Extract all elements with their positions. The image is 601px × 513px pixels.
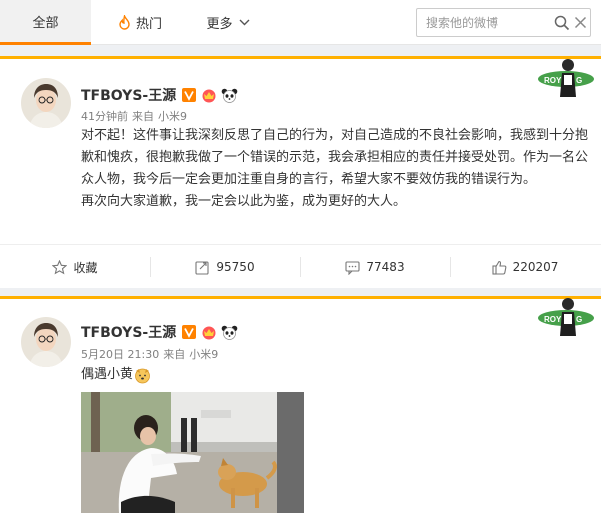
panda-badge-icon	[221, 325, 238, 340]
svg-text:ROY: ROY	[544, 76, 562, 85]
orange-v-verified-icon	[182, 325, 197, 339]
like-count: 220207	[512, 260, 559, 274]
tab-hot[interactable]: 热门	[91, 0, 189, 45]
thumb-up-icon	[492, 260, 506, 275]
comment-icon	[345, 260, 360, 275]
post-text: 对不起！这件事让我深刻反思了自己的行为，对自己造成的不良社会影响，我感到十分抱歉…	[81, 125, 589, 213]
post-meta: 41分钟前 来自 小米9	[81, 108, 191, 124]
card-decoration-badge: ROY G	[536, 296, 596, 340]
tab-more[interactable]: 更多	[189, 0, 267, 45]
favorite-label: 收藏	[73, 260, 98, 275]
post-time[interactable]: 41分钟前	[81, 110, 128, 123]
author-row: TFBOYS-王源	[81, 322, 238, 342]
svg-text:ROY: ROY	[544, 315, 562, 324]
tab-all[interactable]: 全部	[0, 0, 91, 45]
star-icon	[52, 259, 68, 274]
repost-button[interactable]: 95750	[150, 245, 300, 289]
tab-all-label: 全部	[32, 15, 59, 31]
tab-more-label: 更多	[206, 17, 233, 32]
favorite-button[interactable]: 收藏	[0, 245, 150, 289]
like-button[interactable]: 220207	[450, 245, 600, 289]
post-source[interactable]: 小米9	[158, 110, 187, 123]
svg-text:G: G	[576, 76, 582, 85]
tab-hot-label: 热门	[135, 17, 162, 32]
post-meta: 5月20日 21:30 来自 小米9	[81, 346, 222, 362]
svg-text:G: G	[576, 315, 582, 324]
author-row: TFBOYS-王源	[81, 85, 238, 105]
flame-icon	[119, 15, 130, 30]
post-paragraph: 再次向大家道歉，我一定会以此为鉴，成为更好的大人。	[81, 194, 407, 209]
card-decoration-badge: ROY G	[536, 57, 596, 101]
crown-badge-icon	[202, 89, 216, 102]
search-icon[interactable]	[554, 15, 570, 31]
avatar[interactable]	[21, 78, 71, 128]
source-prefix: 来自	[163, 348, 186, 361]
post-action-bar: 收藏 95750 77483 220207	[0, 244, 601, 288]
avatar[interactable]	[21, 317, 71, 367]
post-card: TFBOYS-王源 41分钟前 来自 小米9 ROY G 对不起！这件事让我深刻…	[0, 56, 601, 288]
panda-badge-icon	[221, 88, 238, 103]
post-paragraph: 对不起！这件事让我深刻反思了自己的行为，对自己造成的不良社会影响，我感到十分抱歉…	[81, 128, 589, 187]
dog-emoji-icon	[135, 368, 150, 383]
filter-bar: 全部 热门 更多	[0, 0, 601, 45]
comment-count: 77483	[366, 260, 405, 274]
close-icon[interactable]	[574, 16, 587, 29]
post-card: TFBOYS-王源 5月20日 21:30 来自 小米9 ROY G 偶遇小黄	[0, 296, 601, 513]
search-input[interactable]	[417, 9, 552, 36]
chevron-down-icon	[239, 19, 249, 26]
author-name[interactable]: TFBOYS-王源	[81, 322, 176, 342]
orange-v-verified-icon	[182, 88, 197, 102]
post-time[interactable]: 5月20日 21:30	[81, 348, 159, 361]
repost-icon	[195, 260, 209, 275]
post-source[interactable]: 小米9	[189, 348, 218, 361]
search-box	[416, 8, 591, 37]
post-image[interactable]	[81, 392, 304, 513]
crown-badge-icon	[202, 326, 216, 339]
repost-count: 95750	[216, 260, 255, 274]
author-name[interactable]: TFBOYS-王源	[81, 85, 176, 105]
post-text: 偶遇小黄	[81, 364, 589, 386]
post-paragraph: 偶遇小黄	[81, 367, 134, 382]
comment-button[interactable]: 77483	[300, 245, 450, 289]
source-prefix: 来自	[132, 110, 154, 123]
